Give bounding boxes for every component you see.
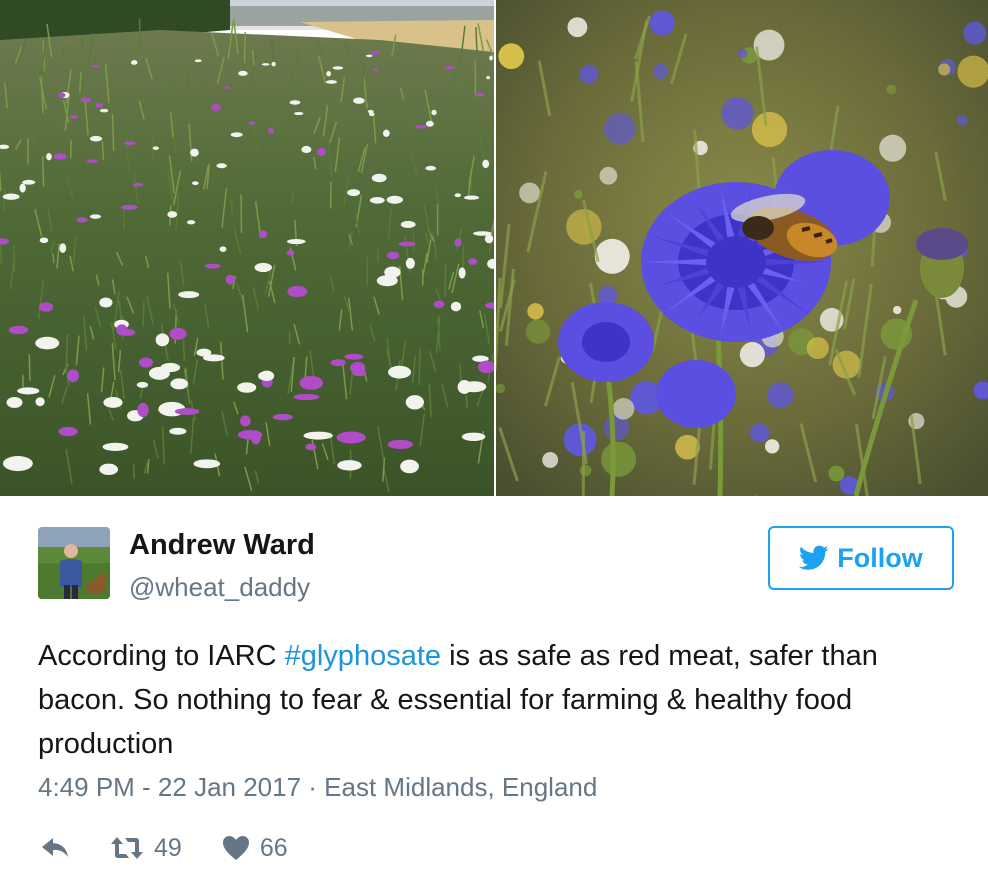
retweet-button[interactable]: 49 bbox=[110, 834, 182, 863]
reply-button[interactable] bbox=[40, 836, 70, 860]
heart-icon bbox=[222, 836, 249, 860]
follow-button[interactable]: Follow bbox=[768, 526, 954, 590]
author-handle[interactable]: @wheat_daddy bbox=[129, 572, 310, 603]
tweet-text: According to IARC #glyphosate is as safe… bbox=[38, 634, 958, 766]
tweet-meta: 4:49 PM - 22 Jan 2017 · East Midlands, E… bbox=[38, 772, 597, 803]
bird-icon bbox=[799, 545, 829, 570]
like-button[interactable]: 66 bbox=[222, 834, 288, 863]
tweet-text-before: According to IARC bbox=[38, 640, 285, 672]
retweet-count: 49 bbox=[154, 833, 182, 862]
retweet-icon bbox=[111, 837, 143, 859]
hashtag-link[interactable]: #glyphosate bbox=[285, 640, 441, 672]
media-grid bbox=[0, 0, 988, 496]
meta-separator: · bbox=[301, 772, 325, 802]
avatar[interactable] bbox=[38, 527, 110, 599]
author-name[interactable]: Andrew Ward bbox=[129, 529, 315, 562]
tweet-location[interactable]: East Midlands, England bbox=[324, 772, 597, 802]
tweet-actions: 49 66 bbox=[40, 830, 288, 866]
bee-on-cornflower-photo[interactable] bbox=[496, 0, 988, 496]
wildflower-meadow-photo[interactable] bbox=[0, 0, 494, 496]
tweet-timestamp[interactable]: 4:49 PM - 22 Jan 2017 bbox=[38, 772, 301, 802]
like-count: 66 bbox=[259, 833, 288, 862]
follow-label: Follow bbox=[837, 542, 923, 573]
reply-icon bbox=[42, 838, 68, 857]
